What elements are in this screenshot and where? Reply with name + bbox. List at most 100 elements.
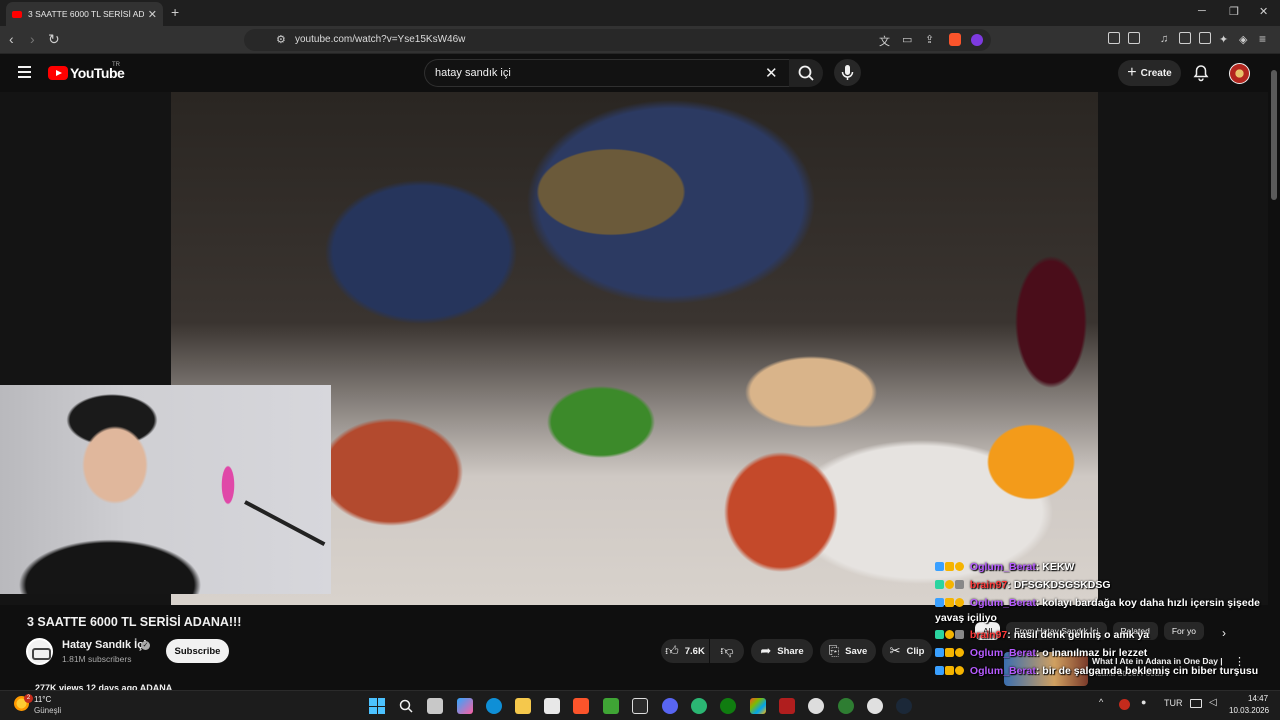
taskbar-search-icon[interactable] — [398, 698, 414, 714]
channel-avatar[interactable] — [26, 638, 53, 665]
sidebar-icon[interactable] — [1179, 32, 1191, 44]
search-box[interactable]: hatay sandık içi ✕ — [424, 59, 789, 87]
brave-rewards-icon[interactable] — [971, 34, 983, 46]
back-icon[interactable]: ‹ — [9, 31, 14, 47]
verified-check-icon: ✓ — [141, 641, 150, 650]
chat-text: nasıl denk gelmiş o amk ya — [1013, 629, 1150, 641]
subscriber-count: 1.81M subscribers — [62, 654, 132, 664]
stream-chat-overlay: Oglum_Berat: KEKW brain97: DFSGKDSGSKDSG… — [935, 560, 1265, 682]
translate-icon[interactable]: 文 — [879, 33, 890, 49]
copilot-icon[interactable] — [457, 698, 473, 714]
share-page-icon[interactable]: ⇪ — [925, 33, 934, 46]
chat-username: Oglum_Berat — [969, 597, 1036, 609]
tray-chevron-icon[interactable]: ^ — [1099, 697, 1103, 707]
minecraft-icon[interactable] — [603, 698, 619, 714]
share-icon: ➦ — [760, 643, 772, 658]
create-label: Create — [1140, 67, 1172, 79]
youtube-header: YouTube TR hatay sandık içi ✕ + Create — [0, 54, 1280, 92]
chat-badges — [935, 647, 965, 661]
voice-search-button[interactable] — [834, 59, 861, 86]
new-tab-button[interactable]: + — [171, 4, 179, 20]
chat-username: Oglum_Berat — [969, 665, 1036, 677]
search-input[interactable]: hatay sandık içi — [435, 67, 511, 79]
reload-icon[interactable]: ↻ — [48, 31, 60, 48]
file-explorer-icon[interactable] — [515, 698, 531, 714]
channel-name[interactable]: Hatay Sandık İçi — [62, 639, 146, 651]
page-scrollbar-thumb[interactable] — [1271, 70, 1277, 200]
close-tab-icon[interactable]: ✕ — [148, 8, 157, 21]
steam-icon[interactable] — [896, 698, 912, 714]
chat-text: o inanılmaz bir lezzet — [1042, 647, 1148, 659]
browser-tab[interactable]: 3 SAATTE 6000 TL SERİSİ ADANA!!! ✕ — [6, 2, 163, 26]
input-language[interactable]: TUR — [1164, 698, 1183, 708]
chat-message: brain97: DFSGKDSGSKDSG — [935, 578, 1265, 593]
wallet-icon[interactable] — [1199, 32, 1211, 44]
office-icon[interactable] — [750, 698, 766, 714]
youtube-logo-icon[interactable] — [48, 66, 68, 80]
browser-toolbar: ‹ › ↻ ▯ ⚙ youtube.com/watch?v=Yse15KsW46… — [0, 26, 1280, 54]
weather-temperature[interactable]: 11°C — [34, 695, 51, 704]
clock-date[interactable]: 10.03.2026 — [1229, 706, 1269, 715]
notifications-bell-icon[interactable] — [1192, 64, 1210, 82]
brave-shields-icon[interactable] — [949, 33, 961, 46]
chat-text: KEKW — [1042, 561, 1075, 573]
clear-search-icon[interactable]: ✕ — [765, 64, 778, 82]
screenshot-icon[interactable] — [1128, 32, 1140, 44]
minimize-icon[interactable]: ─ — [1198, 5, 1206, 17]
like-count: 7.6K — [684, 645, 705, 657]
dislike-button[interactable]: 👎︎ — [710, 639, 744, 663]
tray-app-icon[interactable] — [1119, 699, 1130, 710]
brave-browser-icon[interactable] — [573, 698, 589, 714]
xbox-icon[interactable] — [720, 698, 736, 714]
leo-ai-icon[interactable]: ✦ — [1219, 33, 1228, 46]
weather-description[interactable]: Güneşli — [34, 706, 61, 715]
obs-icon[interactable] — [867, 698, 883, 714]
start-menu-windows-icon[interactable] — [369, 698, 385, 714]
browser-menu-icon[interactable]: ≡ — [1259, 32, 1266, 46]
address-bar[interactable]: ⚙ youtube.com/watch?v=Yse15KsW46w 文 ▭ ⇪ — [244, 29, 991, 51]
create-button[interactable]: + Create — [1118, 60, 1181, 86]
volume-icon[interactable]: ◁ — [1209, 697, 1217, 708]
search-icon — [798, 65, 814, 81]
guide-menu-icon[interactable] — [18, 66, 31, 81]
search-button[interactable] — [789, 59, 823, 87]
task-view-icon[interactable] — [427, 698, 443, 714]
subscribe-button[interactable]: Subscribe — [166, 639, 229, 663]
site-settings-icon[interactable]: ⚙ — [276, 33, 286, 46]
nvidia-icon[interactable] — [838, 698, 854, 714]
youtube-favicon-icon — [12, 10, 22, 18]
chat-badges — [935, 629, 965, 643]
edge-browser-icon[interactable] — [486, 698, 502, 714]
globe-app-icon[interactable] — [691, 698, 707, 714]
browser-tab-bar: 3 SAATTE 6000 TL SERİSİ ADANA!!! ✕ + ─ ❐… — [0, 0, 1280, 26]
save-button[interactable]: ⎘ Save — [820, 639, 876, 663]
vpn-icon[interactable]: ◈ — [1239, 33, 1247, 46]
microsoft-store-icon[interactable] — [544, 698, 560, 714]
chat-username: brain97 — [969, 579, 1008, 591]
app-icon[interactable] — [808, 698, 824, 714]
restore-icon[interactable]: ❐ — [1229, 5, 1239, 18]
riot-client-icon[interactable] — [779, 698, 795, 714]
epic-games-icon[interactable] — [632, 698, 648, 714]
media-icon[interactable]: ♫ — [1160, 33, 1168, 45]
tray-microphone-icon[interactable]: ● — [1141, 697, 1146, 707]
extensions-icon[interactable] — [1108, 32, 1120, 44]
chat-message: Oglum_Berat: KEKW — [935, 560, 1265, 575]
cast-icon[interactable]: ▭ — [902, 33, 912, 46]
account-avatar[interactable] — [1229, 63, 1250, 84]
chat-badges — [935, 597, 965, 611]
forward-icon[interactable]: › — [30, 31, 35, 47]
chat-message: Oglum_Berat: bir de şalgamda beklemiş ci… — [935, 664, 1265, 679]
clip-button[interactable]: ✂ Clip — [882, 639, 932, 663]
network-icon[interactable] — [1190, 699, 1202, 708]
url-text[interactable]: youtube.com/watch?v=Yse15KsW46w — [295, 34, 465, 45]
chat-username: Oglum_Berat — [969, 561, 1036, 573]
share-button[interactable]: ➦ Share — [751, 639, 813, 663]
like-button[interactable]: 👍︎ 7.6K — [661, 639, 709, 663]
clip-label: Clip — [906, 645, 925, 657]
discord-icon[interactable] — [662, 698, 678, 714]
chat-username: brain97 — [969, 629, 1008, 641]
clock-time[interactable]: 14:47 — [1248, 694, 1268, 703]
chat-message: brain97: nasıl denk gelmiş o amk ya — [935, 628, 1265, 643]
close-window-icon[interactable]: ✕ — [1259, 5, 1268, 18]
